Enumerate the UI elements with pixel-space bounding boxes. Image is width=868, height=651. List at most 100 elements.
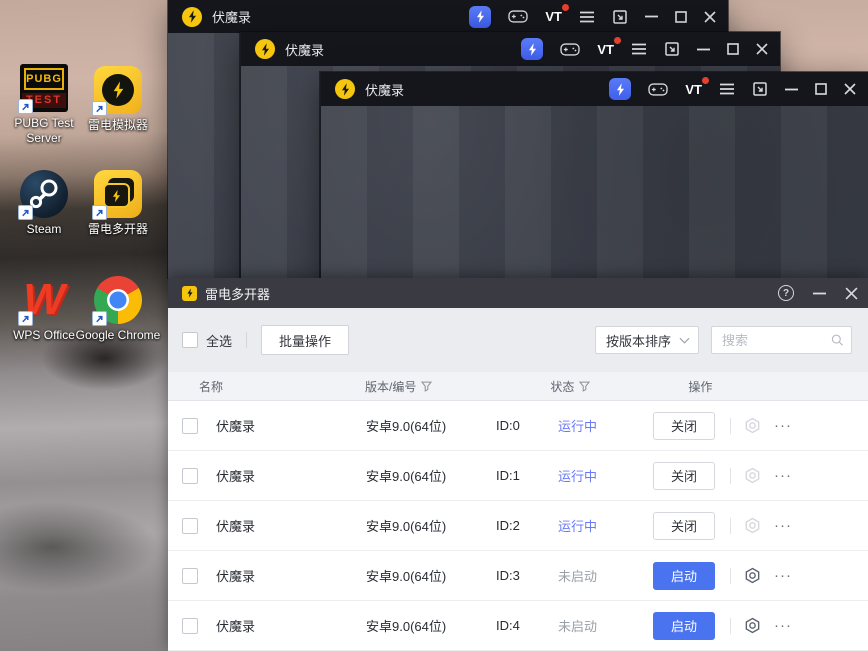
- notification-dot: [562, 4, 569, 11]
- row-divider: [730, 617, 731, 634]
- mini-mode-icon[interactable]: [664, 41, 680, 57]
- maximize-button[interactable]: [675, 10, 687, 23]
- settings-gear-icon[interactable]: [744, 567, 761, 584]
- gamepad-icon[interactable]: [560, 42, 581, 57]
- more-options-icon[interactable]: ···: [774, 518, 792, 533]
- settings-gear-icon[interactable]: [744, 467, 761, 484]
- more-options-icon[interactable]: ···: [774, 618, 792, 633]
- search-box: [711, 326, 852, 354]
- more-options-icon[interactable]: ···: [774, 568, 792, 583]
- row-checkbox[interactable]: [182, 417, 198, 434]
- emulator-screen[interactable]: [321, 106, 868, 278]
- instance-name: 伏魔录: [216, 619, 256, 634]
- minimize-button[interactable]: [645, 15, 658, 18]
- instance-table: 伏魔录 安卓9.0(64位) ID:0 运行中 关闭 ··· 伏魔录 安卓9.0…: [168, 401, 868, 651]
- minimize-button[interactable]: [785, 88, 798, 91]
- row-divider: [730, 467, 731, 484]
- help-icon[interactable]: ?: [778, 285, 794, 301]
- instance-version: 安卓9.0(64位): [366, 519, 447, 534]
- gamepad-icon[interactable]: [508, 9, 529, 24]
- vt-button[interactable]: VT: [685, 76, 709, 97]
- manager-toolbar: 全选 批量操作 按版本排序: [168, 308, 868, 372]
- boost-icon[interactable]: [469, 5, 492, 28]
- manager-title: 雷电多开器: [205, 286, 271, 302]
- instance-action-button[interactable]: 关闭: [653, 411, 715, 440]
- instance-id: ID:2: [496, 518, 520, 533]
- boost-icon[interactable]: [521, 38, 544, 60]
- mini-mode-icon[interactable]: [612, 9, 628, 25]
- row-checkbox[interactable]: [182, 617, 198, 634]
- shortcut-arrow-icon: [92, 101, 107, 116]
- instance-version: 安卓9.0(64位): [366, 469, 447, 484]
- minimize-button[interactable]: [813, 292, 826, 295]
- desktop-icon-ld-multi[interactable]: 雷电多开器: [75, 170, 161, 237]
- instance-name: 伏魔录: [216, 519, 256, 534]
- row-checkbox[interactable]: [182, 467, 198, 484]
- window-titlebar[interactable]: 伏魔录 VT: [321, 72, 868, 106]
- emulator-window-3: 伏魔录 VT: [320, 72, 868, 278]
- more-options-icon[interactable]: ···: [774, 418, 792, 433]
- batch-operation-button[interactable]: 批量操作: [261, 325, 350, 355]
- row-checkbox[interactable]: [182, 517, 198, 534]
- minimize-button[interactable]: [697, 48, 710, 51]
- sort-dropdown-value: 按版本排序: [606, 333, 672, 349]
- instance-id: ID:0: [496, 418, 520, 433]
- header-action: 操作: [688, 379, 713, 394]
- boost-icon[interactable]: [609, 78, 632, 100]
- filter-icon[interactable]: [579, 381, 591, 392]
- header-status: 状态: [550, 378, 591, 395]
- close-button[interactable]: [756, 43, 768, 55]
- instance-action-button[interactable]: 启动: [653, 611, 715, 640]
- filter-icon[interactable]: [421, 381, 433, 392]
- settings-gear-icon[interactable]: [744, 617, 761, 634]
- instance-action-button[interactable]: 关闭: [653, 511, 715, 540]
- instance-name: 伏魔录: [216, 469, 256, 484]
- close-button[interactable]: [704, 10, 716, 23]
- ldplayer-logo-icon: [335, 79, 355, 99]
- desktop-icon-ld-emulator[interactable]: 雷电模拟器: [75, 66, 161, 133]
- instance-id: ID:4: [496, 618, 520, 633]
- instance-status: 运行中: [558, 469, 598, 484]
- sort-dropdown[interactable]: 按版本排序: [595, 326, 699, 354]
- settings-gear-icon[interactable]: [744, 417, 761, 434]
- menu-icon[interactable]: [719, 83, 735, 95]
- menu-icon[interactable]: [579, 11, 595, 23]
- notification-dot: [614, 36, 621, 44]
- maximize-button[interactable]: [727, 43, 739, 55]
- search-input[interactable]: [714, 332, 831, 348]
- settings-gear-icon[interactable]: [744, 517, 761, 534]
- instance-status: 运行中: [558, 519, 598, 534]
- instance-action-button[interactable]: 关闭: [653, 461, 715, 490]
- gamepad-icon[interactable]: [648, 82, 669, 97]
- instance-action-button[interactable]: 启动: [653, 561, 715, 590]
- instance-name: 伏魔录: [216, 419, 256, 434]
- select-all-checkbox[interactable]: [182, 332, 198, 348]
- vt-button[interactable]: VT: [597, 36, 621, 57]
- instance-row: 伏魔录 安卓9.0(64位) ID:2 运行中 关闭 ···: [168, 501, 868, 551]
- maximize-button[interactable]: [815, 83, 827, 95]
- desktop-icon-label: 雷电模拟器: [87, 118, 148, 132]
- shortcut-arrow-icon: [18, 205, 33, 220]
- mini-mode-icon[interactable]: [752, 81, 768, 97]
- select-all-label: 全选: [206, 333, 233, 349]
- instance-status: 运行中: [558, 419, 598, 434]
- notification-dot: [702, 76, 709, 84]
- ldplayer-logo-icon: [255, 39, 275, 59]
- instance-status: 未启动: [558, 619, 598, 634]
- row-divider: [730, 417, 731, 434]
- shortcut-arrow-icon: [92, 311, 107, 326]
- more-options-icon[interactable]: ···: [774, 468, 792, 483]
- menu-icon[interactable]: [631, 43, 647, 55]
- window-titlebar[interactable]: 伏魔录 VT: [168, 0, 728, 33]
- row-divider: [730, 517, 731, 534]
- vt-button[interactable]: VT: [545, 4, 569, 24]
- row-checkbox[interactable]: [182, 567, 198, 584]
- close-button[interactable]: [845, 287, 858, 300]
- close-button[interactable]: [844, 83, 856, 95]
- window-title: 伏魔录: [365, 82, 405, 98]
- desktop-icon-chrome[interactable]: Google Chrome: [75, 276, 161, 343]
- ld-multi-icon: [92, 170, 142, 220]
- instance-version: 安卓9.0(64位): [366, 419, 447, 434]
- manager-titlebar[interactable]: 雷电多开器 ?: [168, 278, 868, 308]
- window-titlebar[interactable]: 伏魔录 VT: [241, 32, 780, 66]
